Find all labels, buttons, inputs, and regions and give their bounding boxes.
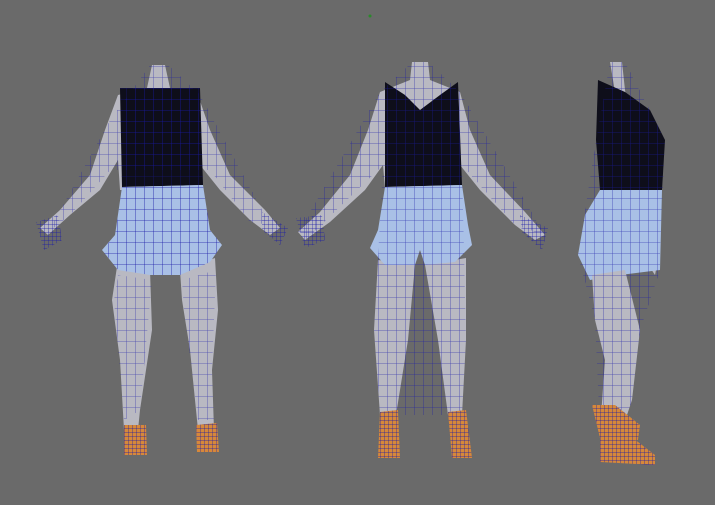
model-front-view[interactable] <box>296 62 548 458</box>
model-side-view[interactable] <box>578 62 665 465</box>
viewport-canvas[interactable] <box>0 0 715 505</box>
3d-viewport[interactable] <box>0 0 715 505</box>
model-back-view[interactable] <box>36 65 288 455</box>
origin-marker <box>368 14 372 18</box>
